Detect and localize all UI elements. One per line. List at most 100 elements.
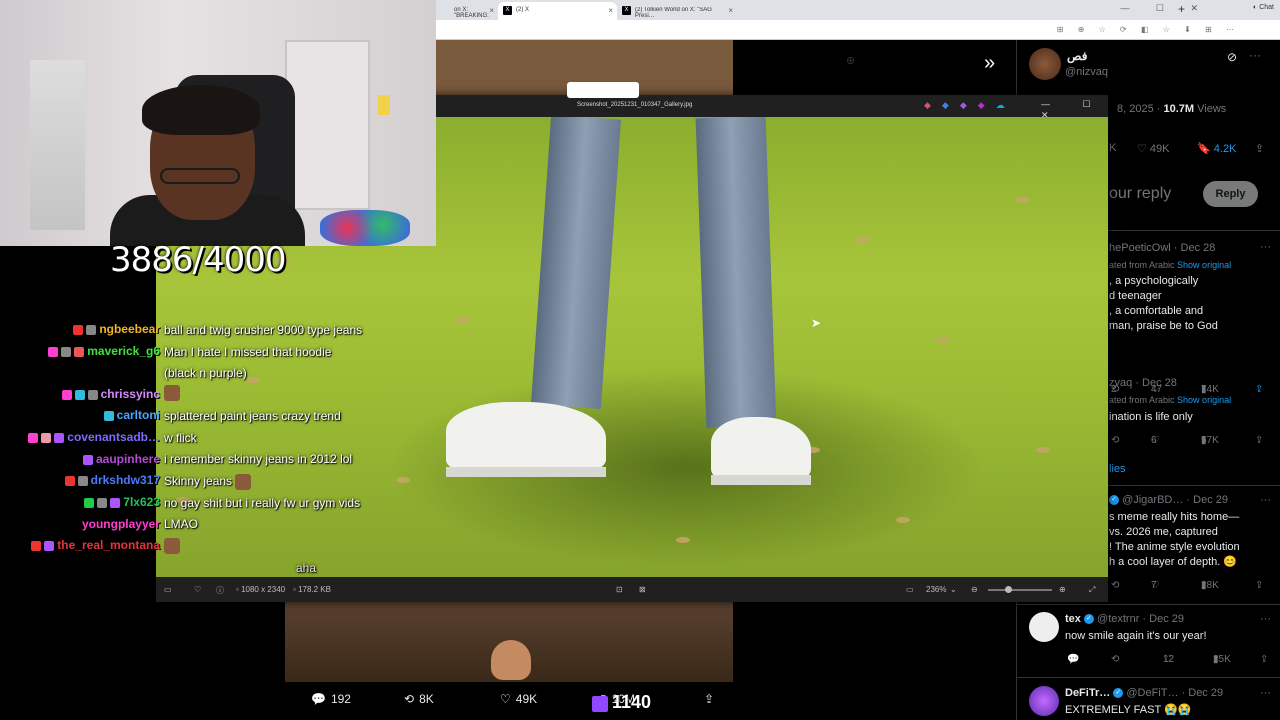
close-icon[interactable]: × [489,6,494,15]
emote [164,538,180,554]
mouse-cursor-icon: ➤ [811,316,822,330]
reply-avatar[interactable] [1029,612,1059,642]
jeans-right-leg [695,117,777,429]
comment-icon: 💬 [311,692,326,706]
divider [1017,677,1280,678]
bookmark-count: 4.2K [1213,143,1237,155]
reply-line: man, praise be to God [1109,320,1218,332]
username-text: covenantsadb… [67,430,160,444]
browser-tab[interactable]: on X: "BREAKING: × [436,2,498,20]
chat-username: drkshdw317 [64,473,160,487]
chat-username: 7lx623 [84,495,160,509]
browser-tab[interactable]: X (2) Tolkien World on X: "SAG Presi… × [617,2,737,20]
chat-message: (black n purple) [164,366,247,380]
viewer-title: Screenshot_20251231_010347_Gallery.jpg [577,102,693,108]
like-count: 49K [1149,143,1170,155]
bookmark-stat[interactable]: 🔖 4.2K [1197,142,1236,155]
verified-icon: ✓ [1083,614,1094,625]
comment-button[interactable]: 💬 192 [311,692,351,706]
emote [164,385,180,401]
reply-avatar[interactable] [1029,686,1059,716]
chat-username: the_real_montana [31,538,160,552]
close-icon[interactable]: × [608,6,613,15]
zoom-slider[interactable] [988,589,1052,591]
page-tab-chip [567,82,639,98]
share-icon[interactable]: ⇪ [1255,142,1264,155]
more-icon[interactable]: ··· [1260,687,1271,699]
reply-icon[interactable]: 💬 [1067,654,1079,665]
repost-icon[interactable]: ⟲ [1111,580,1119,591]
share-icon[interactable]: ⇪ [1255,580,1263,591]
chevron-down-icon[interactable]: ⌄ [950,585,957,594]
translated-label: ated from Arabic [1109,395,1175,405]
close-icon[interactable]: × [728,6,733,15]
collapse-panel-icon[interactable]: » [984,52,995,75]
author-name[interactable]: فص [1067,49,1087,63]
reply-handle-date: @textrnr · Dec 29 [1097,613,1184,625]
x-logo-icon: X [622,6,631,15]
filesize-value: 178.2 KB [298,585,331,594]
crop-icon[interactable]: ⊠ [639,585,646,594]
share-button[interactable]: ⇪ [704,692,714,706]
zoom-slider-handle[interactable] [1005,586,1012,593]
aspect-icon[interactable]: ▭ [906,585,914,594]
reply-line: now smile again it's our year! [1065,630,1207,642]
reply-line: vs. 2026 me, captured [1109,526,1218,538]
repost-icon[interactable]: ⟲ [1111,654,1119,665]
username-text: maverick_g6 [87,344,160,358]
info-icon[interactable]: ⓘ [216,585,224,596]
emote [235,474,252,490]
zoom-level[interactable]: 236% [926,585,946,594]
reply-input[interactable]: our reply [1109,185,1171,203]
like-button[interactable]: ♡ 49K [500,692,537,706]
reply-line: s meme really hits home— [1109,511,1240,523]
filmstrip-icon[interactable]: ▭ [164,585,172,594]
chat-username: ngbeebear [73,322,160,336]
repost-icon[interactable]: ⟲ [1111,435,1119,446]
author-handle[interactable]: @nizvaq [1065,66,1108,78]
streamer-glasses [160,168,240,184]
zoom-out-icon[interactable]: ⊖ [971,585,978,594]
share-icon[interactable]: ⇪ [1255,384,1263,395]
more-icon[interactable]: ··· [1249,48,1261,62]
reply-button[interactable]: Reply [1203,181,1258,207]
show-replies-link[interactable]: lies [1109,463,1126,475]
chat-message: Man I hate I missed that hoodie [164,345,332,359]
more-icon[interactable]: ··· [1260,241,1271,253]
like-stat[interactable]: ♡ 49K [1137,142,1170,155]
chat-button[interactable]: ◐ Chat [1253,4,1274,11]
reply-line: ! The anime style evolution [1109,541,1240,553]
translation-note: ated from Arabic Show original [1109,395,1231,405]
username-text: aaupinhere [95,452,160,466]
reply-text: ination is life only [1109,410,1193,425]
more-icon[interactable]: ··· [1260,494,1271,506]
fullscreen-icon[interactable]: ⤢ [1089,585,1095,595]
toolbar-icons[interactable]: ⊞ ⊕ ☆ ⟳ ◧ ☆ ⬇ ⊞ ⋯ [1057,25,1240,34]
jeans-left-leg [530,117,622,410]
chat-message-text: Skinny jeans [164,474,233,489]
chat-username: maverick_g6 [48,344,160,358]
username-text: ngbeebear [99,322,160,336]
fit-icon[interactable]: ⊡ [616,585,623,594]
username-text: chrissyinc [100,387,160,401]
author-avatar[interactable] [1029,48,1061,80]
browser-tab-active[interactable]: X (2) X × [498,2,617,20]
viewer-app-icons[interactable]: ◆◆◆◆☁ [924,100,1016,111]
twitch-viewers-icon [592,696,608,712]
show-original-link[interactable]: Show original [1177,395,1231,405]
zoom-in-icon[interactable]: ⊕ [1059,585,1066,594]
username-text: the_real_montana [57,538,160,552]
comment-count: 192 [330,692,351,706]
repost-button[interactable]: ⟲ 8K [404,692,434,706]
heart-icon[interactable]: ♡ [194,585,201,594]
window-controls[interactable]: — ☐ ✕ [1120,3,1210,14]
grok-icon[interactable]: ⊘ [1227,50,1237,64]
show-original-link[interactable]: Show original [1177,260,1231,270]
chat-message: LMAO [164,517,199,531]
screen: { "browser": { "tabs": [ {"label": "on X… [0,0,1280,720]
file-size: ▫ 178.2 KB [293,585,331,594]
sneaker-left [446,402,606,474]
share-icon[interactable]: ⇪ [1260,654,1268,665]
share-icon[interactable]: ⇪ [1255,435,1263,446]
more-icon[interactable]: ··· [1260,613,1271,625]
